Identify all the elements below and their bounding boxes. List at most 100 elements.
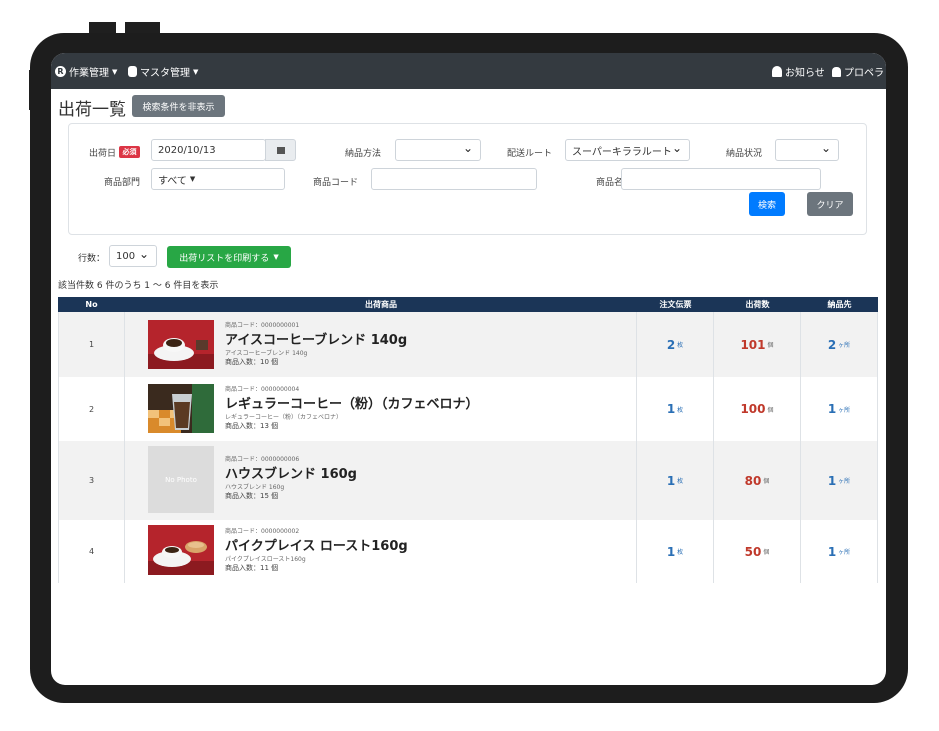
print-list-button[interactable]: 出荷リストを印刷する ▼ — [167, 246, 291, 268]
destination-count[interactable]: 1 ヶ所 — [801, 520, 878, 583]
clear-button[interactable]: クリア — [807, 192, 853, 216]
header-product: 出荷商品 — [365, 300, 397, 309]
department-dropdown[interactable]: すべて ▼ — [151, 168, 285, 190]
product-name-input[interactable] — [621, 168, 821, 190]
product-name[interactable]: ハウスブレンド 160g — [225, 463, 357, 482]
product-name[interactable]: レギュラーコーヒー（粉）（カフェベロナ） — [225, 393, 479, 412]
ship-date-input[interactable]: 2020/10/13 — [151, 139, 266, 161]
search-button[interactable]: 検索 — [749, 192, 785, 216]
product-pack: 商品入数：13 個 — [225, 422, 279, 430]
header-no: No — [85, 300, 98, 309]
header-destinations: 納品先 — [827, 300, 852, 309]
calendar-icon — [276, 146, 285, 154]
table-row[interactable]: 3 No Photo 商品コード：0000000006 ハウスブレンド 160g… — [58, 441, 878, 521]
product-name[interactable]: パイクプレイス ロースト160g — [225, 535, 408, 554]
notice-label: お知らせ — [785, 68, 825, 79]
shipped-count-value: 80 — [744, 473, 762, 488]
bell-icon — [772, 66, 782, 77]
user-icon — [832, 66, 841, 77]
shipped-count-unit: 個 — [763, 549, 770, 556]
delivery-method-select[interactable] — [395, 139, 481, 161]
product-pack: 商品入数：10 個 — [225, 358, 279, 366]
header-shipped: 出荷数 — [745, 300, 770, 309]
notice-link[interactable]: お知らせ — [772, 64, 825, 79]
no-photo-placeholder: No Photo — [148, 446, 214, 513]
rows-label: 行数： — [78, 254, 106, 264]
product-code-input[interactable] — [371, 168, 537, 190]
toggle-search-button[interactable]: 検索条件を非表示 — [132, 95, 225, 117]
table-row[interactable]: 4 商品コード：0000000002 パイクプレイス ロースト160g パイクプ… — [58, 520, 878, 583]
ship-date-label: 出荷日 — [89, 149, 117, 159]
department-value: すべて — [158, 175, 187, 187]
search-panel: 出荷日 必須 2020/10/13 納品方法 配送ルート スーパーキララルート … — [68, 123, 867, 235]
product-subname: パイクプレイスロースト160g — [225, 556, 306, 563]
user-menu[interactable]: プロペラ — [832, 64, 884, 79]
shipped-count: 101 個 — [714, 312, 801, 377]
shipped-count: 100 個 — [714, 377, 801, 441]
product-code: 商品コード：0000000002 — [225, 528, 300, 535]
master-menu[interactable]: マスタ管理 ▼ — [128, 64, 198, 79]
caret-down-icon: ▼ — [112, 67, 118, 76]
product-subname: ハウスブレンド 160g — [225, 484, 285, 491]
product-name[interactable]: アイスコーヒーブレンド 140g — [225, 329, 407, 348]
app-logo-icon: R — [55, 66, 66, 77]
shipped-count: 80 個 — [714, 441, 801, 520]
shipped-count-value: 101 — [740, 337, 766, 352]
delivery-status-label: 納品状況 — [726, 149, 763, 159]
required-badge: 必須 — [119, 146, 140, 158]
rows-select[interactable]: 100 — [109, 245, 157, 267]
order-count[interactable]: 1枚 — [637, 377, 714, 441]
destination-count-unit: ヶ所 — [838, 549, 851, 556]
shipped-count-unit: 個 — [767, 342, 774, 349]
page-title: 出荷一覧 — [58, 100, 126, 120]
order-count[interactable]: 1枚 — [637, 520, 714, 583]
row-number: 3 — [58, 441, 125, 520]
result-count: 該当件数 6 件のうち 1 〜 6 件目を表示 — [58, 281, 219, 291]
destination-count-value: 1 — [827, 402, 837, 416]
destination-count-unit: ヶ所 — [838, 406, 851, 414]
product-code: 商品コード：0000000001 — [225, 322, 300, 329]
order-count-value: 1 — [666, 402, 676, 416]
product-subname: アイスコーヒーブレンド 140g — [225, 350, 308, 357]
destination-count[interactable]: 1 ヶ所 — [801, 377, 878, 441]
delivery-method-label: 納品方法 — [345, 149, 382, 159]
delivery-status-select[interactable] — [775, 139, 839, 161]
row-number: 4 — [58, 520, 125, 583]
product-photo-coffee-cup — [148, 320, 214, 369]
shipped-count-unit: 個 — [767, 406, 774, 414]
destination-count[interactable]: 2 ヶ所 — [801, 312, 878, 377]
tablet-screen: R 作業管理 ▼ マスタ管理 ▼ お知らせ プロペラ 出荷一覧 検索条件を非表示… — [51, 53, 886, 685]
table-row[interactable]: 2 商品コード：0000000004 レギュラーコーヒー（粉）（カフェベロナ） … — [58, 377, 878, 442]
order-count[interactable]: 1枚 — [637, 441, 714, 520]
product-code-label: 商品コード — [313, 178, 359, 188]
product-subname: レギュラーコーヒー（粉）（カフェベロナ） — [225, 414, 343, 421]
destination-count-unit: ヶ所 — [838, 342, 851, 349]
top-navbar: R 作業管理 ▼ マスタ管理 ▼ お知らせ プロペラ — [51, 53, 886, 89]
product-code: 商品コード：0000000004 — [225, 386, 300, 393]
caret-down-icon: ▼ — [193, 67, 199, 76]
order-count-unit: 枚 — [677, 342, 684, 349]
destination-count-value: 2 — [827, 337, 837, 352]
table-row[interactable]: 1 商品コード：0000000001 アイスコーヒーブレンド 140g アイスコ… — [58, 312, 878, 378]
order-count-value: 1 — [666, 544, 676, 559]
destination-count[interactable]: 1 ヶ所 — [801, 441, 878, 520]
product-pack: 商品入数：15 個 — [225, 492, 279, 500]
order-count-value: 1 — [666, 473, 676, 488]
shipped-count-unit: 個 — [763, 478, 770, 485]
order-count[interactable]: 2枚 — [637, 312, 714, 377]
user-name: プロペラ — [844, 68, 884, 79]
route-label: 配送ルート — [507, 149, 553, 159]
destination-count-value: 1 — [827, 544, 837, 559]
product-pack: 商品入数：11 個 — [225, 564, 279, 572]
print-list-label: 出荷リストを印刷する — [179, 253, 270, 264]
calendar-button[interactable] — [265, 139, 296, 161]
table-header: No 出荷商品 注文伝票 出荷数 納品先 — [58, 297, 878, 312]
header-orders: 注文伝票 — [659, 300, 692, 309]
shipped-count-value: 50 — [744, 544, 762, 559]
product-name-label: 商品名 — [596, 178, 624, 188]
row-number: 1 — [58, 312, 125, 377]
work-menu[interactable]: R 作業管理 ▼ — [55, 64, 117, 79]
route-select[interactable]: スーパーキララルート — [565, 139, 690, 161]
caret-down-icon: ▼ — [273, 253, 279, 261]
caret-down-icon: ▼ — [189, 175, 196, 183]
